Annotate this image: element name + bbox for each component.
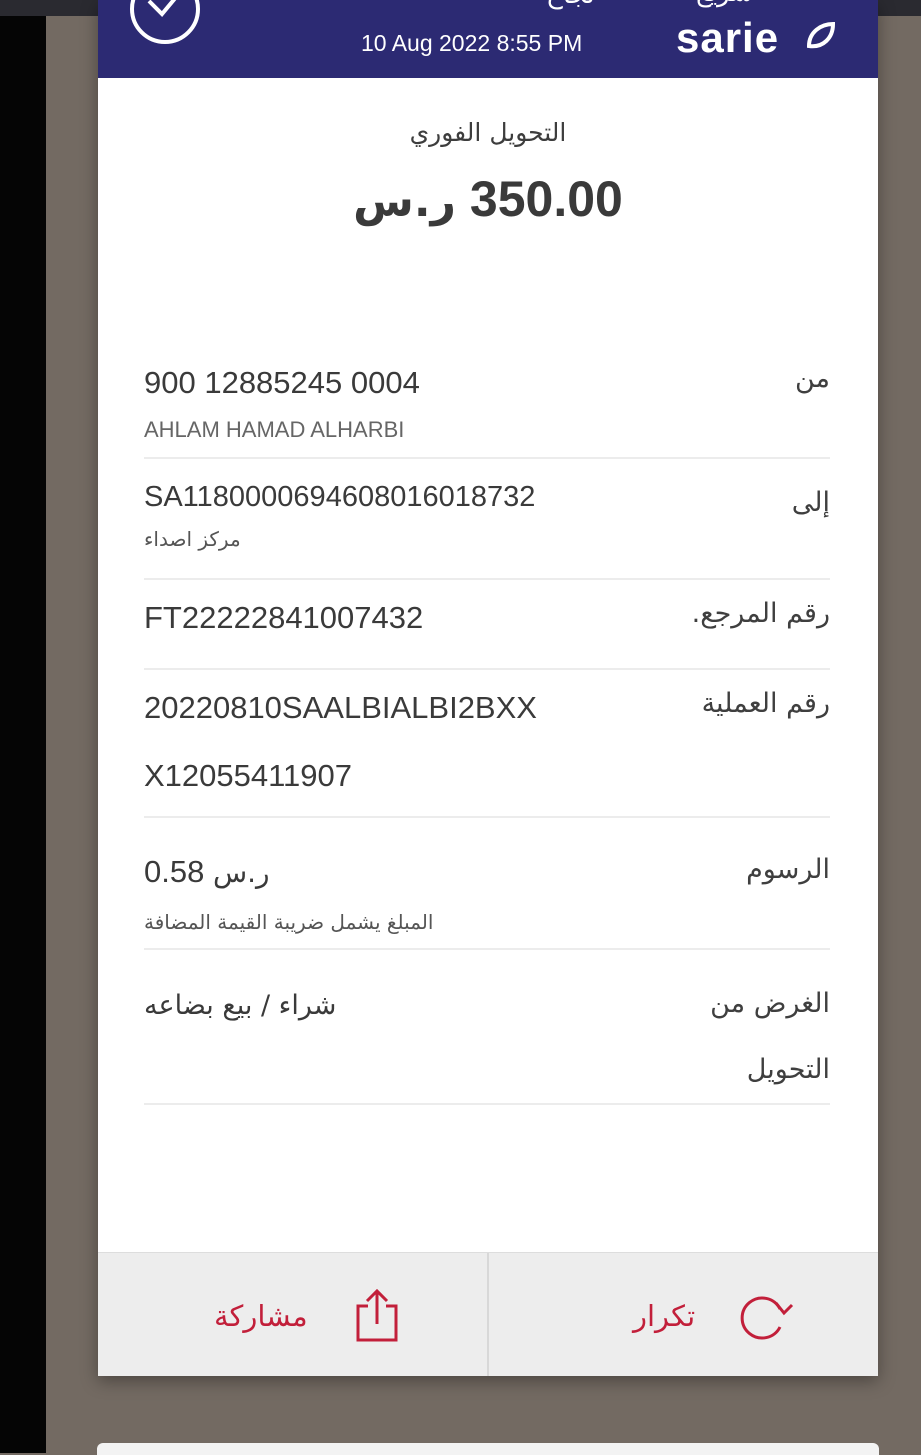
- share-label: مشاركة: [214, 1299, 308, 1333]
- receipt-header: نجاح 10 Aug 2022 8:55 PM سريع sarie: [98, 0, 878, 78]
- detail-row-purpose: الغرض من التحويل شراء / بيع بضاعه: [144, 950, 830, 1105]
- transaction-label: رقم العملية: [701, 688, 830, 719]
- purpose-value: شراء / بيع بضاعه: [144, 990, 337, 1021]
- repeat-button[interactable]: تكرار: [488, 1253, 878, 1376]
- next-card-edge: [97, 1443, 879, 1455]
- reference-number: FT22222841007432: [144, 600, 424, 635]
- from-label: من: [794, 363, 830, 394]
- reference-label: رقم المرجع.: [691, 598, 830, 629]
- fees-value: 0.58: [144, 854, 205, 889]
- repeat-icon: [740, 1296, 794, 1340]
- purpose-label-line1: الغرض من: [710, 988, 830, 1019]
- transaction-number-line1: 20220810SAALBIALBI2BXX: [144, 690, 537, 725]
- detail-row-to: إلى SA1180000694608016018732 مركز اصداء: [144, 459, 830, 580]
- purpose-label-line2: التحويل: [746, 1054, 830, 1085]
- status-text: نجاح: [546, 0, 595, 10]
- amount-currency: ر.س: [353, 176, 456, 227]
- from-name: AHLAM HAMAD ALHARBI: [144, 417, 405, 442]
- fees-vat-note: المبلغ يشمل ضريبة القيمة المضافة: [144, 910, 434, 934]
- fees-label: الرسوم: [746, 854, 830, 885]
- background-left-strip: [0, 0, 46, 1453]
- detail-row-reference: رقم المرجع. FT22222841007432: [144, 580, 830, 670]
- fees-amount: ر.س 0.58: [144, 854, 270, 890]
- amount-value: 350.00: [469, 171, 623, 227]
- fees-currency: ر.س: [212, 856, 270, 889]
- transfer-type-title: التحويل الفوري: [409, 118, 567, 147]
- share-button[interactable]: مشاركة: [98, 1253, 488, 1376]
- receipt-card: نجاح 10 Aug 2022 8:55 PM سريع sarie التح…: [98, 0, 878, 1376]
- details-list: من 900 12885245 0004 AHLAM HAMAD ALHARBI…: [144, 345, 830, 1105]
- detail-row-fees: الرسوم ر.س 0.58 المبلغ يشمل ضريبة القيمة…: [144, 818, 830, 950]
- to-iban: SA1180000694608016018732: [144, 481, 536, 513]
- to-label: إلى: [791, 487, 830, 518]
- detail-row-from: من 900 12885245 0004 AHLAM HAMAD ALHARBI: [144, 345, 830, 459]
- share-icon: [356, 1288, 398, 1342]
- transfer-amount: ر.س 350.00: [98, 170, 878, 228]
- sarie-logo: sarie: [676, 14, 780, 61]
- from-account: 900 12885245 0004: [144, 365, 420, 400]
- to-name: مركز اصداء: [144, 527, 241, 551]
- action-bar: مشاركة تكرار: [98, 1252, 878, 1376]
- transaction-date: 10 Aug 2022 8:55 PM: [361, 30, 583, 56]
- repeat-label: تكرار: [633, 1299, 696, 1333]
- success-check-icon: [130, 0, 200, 44]
- sarie-logo-mark-icon: [806, 21, 836, 49]
- detail-row-transaction: رقم العملية 20220810SAALBIALBI2BXX X1205…: [144, 670, 830, 818]
- logo-arabic: سريع: [696, 0, 753, 8]
- transaction-number-line2: X12055411907: [144, 758, 353, 793]
